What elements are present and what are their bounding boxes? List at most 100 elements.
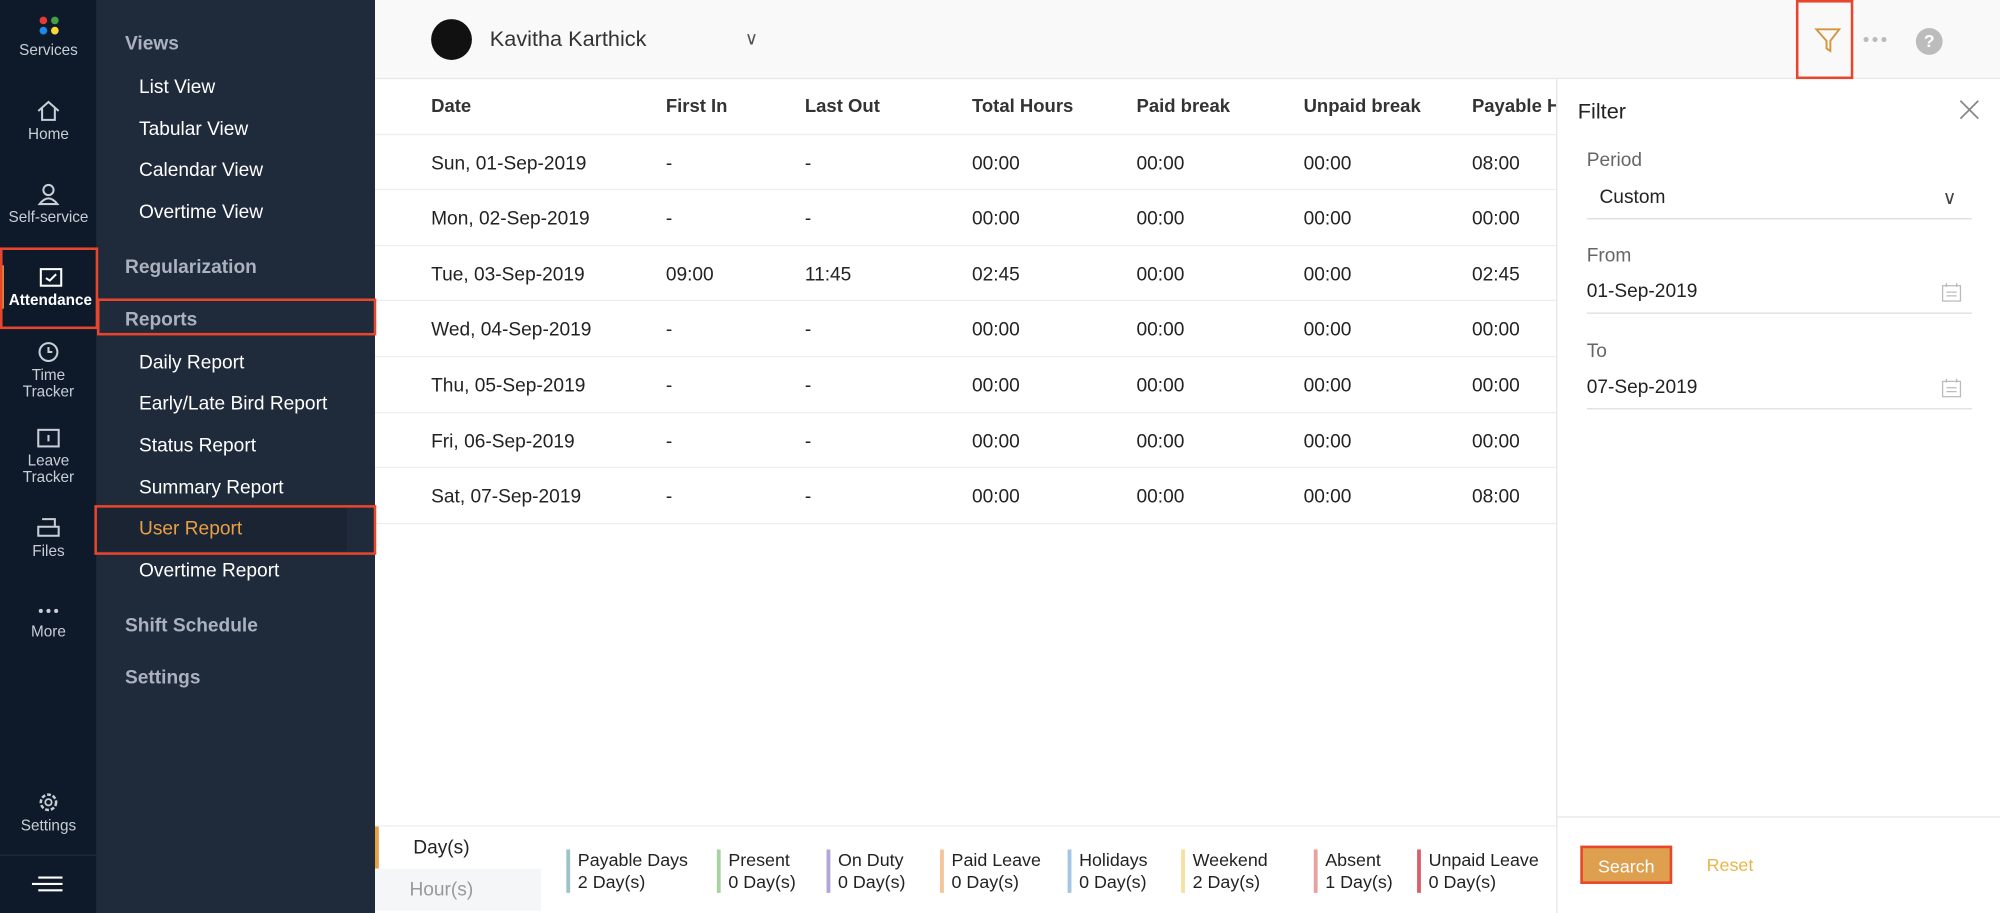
period-label: Period <box>1586 149 1643 171</box>
nav-overtime-report[interactable]: Overtime Report <box>139 560 279 582</box>
table-cell: Thu, 05-Sep-2019 <box>431 374 586 397</box>
table-cell: 00:00 <box>1136 152 1185 175</box>
table-row[interactable]: Sat, 07-Sep-2019 - - 00:00 00:00 00:00 08:00 <box>374 468 1557 524</box>
legend-item: Payable Days 2 Day(s) <box>566 849 688 893</box>
table-cell: 09:00 <box>665 263 714 286</box>
calendar-icon[interactable] <box>1941 378 1962 398</box>
calendar-icon[interactable] <box>1941 282 1962 302</box>
legend-name: Holidays <box>1079 849 1148 870</box>
table-header: Date First In Last Out Total Hours Paid brea… <box>374 79 1560 135</box>
legend-item: Absent 1 Day(s) <box>1313 849 1393 893</box>
table-cell: 00:00 <box>1303 430 1352 453</box>
legend-item: Unpaid Leave 0 Day(s) <box>1417 849 1539 893</box>
table-row[interactable]: Fri, 06-Sep-2019 - - 00:00 00:00 00:00 00:00 <box>374 413 1557 469</box>
section-shift-schedule[interactable]: Shift Schedule <box>125 615 258 637</box>
filter-title: Filter <box>1577 99 1626 124</box>
top-bar: Kavitha Karthick ∨ ? <box>374 0 2000 80</box>
table-cell: 00:00 <box>1136 430 1185 453</box>
rail-files[interactable]: Files <box>0 517 97 560</box>
legend-value: 2 Day(s) <box>577 871 646 892</box>
table-cell: 00:00 <box>971 430 1020 453</box>
table-cell: 00:00 <box>1136 263 1185 286</box>
icon-rail: Services Home Self-service Attendance Ti… <box>0 0 97 913</box>
table-cell: 00:00 <box>1303 319 1352 342</box>
table-cell: 00:00 <box>971 486 1020 508</box>
legend-name: Present <box>728 849 790 870</box>
legend-item: Holidays 0 Day(s) <box>1067 849 1148 893</box>
attendance-table: Date First In Last Out Total Hours Paid brea… <box>374 79 1560 524</box>
summary-bar: Day(s) Hour(s) Payable Days 2 Day(s) Prese… <box>374 825 1557 911</box>
search-button[interactable]: Search <box>1580 845 1673 884</box>
filter-panel: Filter Period Custom ∨ From 01-Sep-2019 T… <box>1556 79 2000 913</box>
chevron-down-icon[interactable]: ∨ <box>745 28 758 50</box>
rail-time-tracker[interactable]: Time Tracker <box>0 341 97 401</box>
calendar-icon <box>37 428 60 448</box>
nav-overtime-view[interactable]: Overtime View <box>139 202 263 224</box>
secondary-sidebar: Views List View Tabular View Calendar Vi… <box>96 0 375 913</box>
legend-item: Paid Leave 0 Day(s) <box>940 849 1041 893</box>
highlight-user-report <box>94 505 377 555</box>
table-cell: - <box>665 430 673 453</box>
rail-home[interactable]: Home <box>0 99 97 142</box>
table-cell: Sun, 01-Sep-2019 <box>431 152 587 175</box>
table-cell: 00:00 <box>1471 430 1520 453</box>
table-cell: - <box>804 152 812 175</box>
table-cell: 00:00 <box>1136 486 1185 508</box>
table-cell: 00:00 <box>1471 319 1520 342</box>
table-cell: - <box>665 486 673 508</box>
table-row[interactable]: Sun, 01-Sep-2019 - - 00:00 00:00 00:00 08:00 <box>374 135 1557 191</box>
table-cell: 00:00 <box>1303 152 1352 175</box>
table-cell: 11:45 <box>804 263 852 286</box>
nav-calendar-view[interactable]: Calendar View <box>139 159 263 181</box>
section-settings[interactable]: Settings <box>125 667 200 689</box>
table-cell: 00:00 <box>1471 374 1520 397</box>
table-row[interactable]: Mon, 02-Sep-2019 - - 00:00 00:00 00:00 00:00 <box>374 190 1557 246</box>
user-selector[interactable]: Kavitha Karthick <box>490 27 647 53</box>
legend-name: Unpaid Leave <box>1428 849 1539 870</box>
to-value: 07-Sep-2019 <box>1586 376 1698 398</box>
collapse-menu-button[interactable] <box>0 854 97 913</box>
table-row[interactable]: Thu, 05-Sep-2019 - - 00:00 00:00 00:00 00:00 <box>374 357 1557 413</box>
table-cell: 00:00 <box>1136 208 1185 230</box>
to-date-input[interactable]: 07-Sep-2019 <box>1586 371 1972 410</box>
table-row[interactable]: Wed, 04-Sep-2019 - - 00:00 00:00 00:00 00:00 <box>374 301 1557 358</box>
legend-value: 0 Day(s) <box>1428 871 1497 892</box>
rail-settings[interactable]: Settings <box>0 791 97 834</box>
reset-button[interactable]: Reset <box>1707 855 1754 875</box>
rail-services[interactable]: Services <box>0 15 97 58</box>
col-unpaid-break: Unpaid break <box>1303 96 1421 118</box>
nav-summary-report[interactable]: Summary Report <box>139 477 284 499</box>
col-payable-hours: Payable H <box>1471 96 1561 118</box>
close-icon[interactable] <box>1959 99 1979 120</box>
rail-self-service[interactable]: Self-service <box>0 182 97 225</box>
rail-more[interactable]: More <box>0 602 97 640</box>
rail-leave-tracker[interactable]: Leave Tracker <box>0 426 97 486</box>
table-cell: 00:00 <box>971 374 1020 397</box>
section-views[interactable]: Views <box>125 33 179 55</box>
files-icon <box>37 518 60 537</box>
table-cell: - <box>804 208 812 230</box>
table-cell: Fri, 06-Sep-2019 <box>431 430 575 453</box>
nav-tabular-view[interactable]: Tabular View <box>139 119 248 141</box>
period-select[interactable]: Custom ∨ <box>1586 181 1972 220</box>
gear-icon <box>39 793 58 812</box>
from-label: From <box>1586 244 1632 267</box>
nav-daily-report[interactable]: Daily Report <box>139 352 244 374</box>
legend-value: 0 Day(s) <box>838 871 906 892</box>
table-row[interactable]: Tue, 03-Sep-2019 09:00 11:45 02:45 00:00 00:0… <box>374 246 1557 302</box>
legend-value: 0 Day(s) <box>1079 871 1147 892</box>
help-icon[interactable]: ? <box>1915 28 1943 55</box>
from-date-input[interactable]: 01-Sep-2019 <box>1586 276 1972 314</box>
table-cell: 00:00 <box>971 208 1020 230</box>
nav-early-late-bird-report[interactable]: Early/Late Bird Report <box>139 393 327 415</box>
avatar <box>431 19 472 60</box>
highlight-filter-icon <box>1795 0 1854 80</box>
table-cell: 00:00 <box>1136 374 1185 397</box>
nav-list-view[interactable]: List View <box>139 77 215 99</box>
tab-days[interactable]: Day(s) <box>374 826 541 869</box>
more-options-icon[interactable] <box>1862 36 1888 44</box>
section-regularization[interactable]: Regularization <box>125 256 257 278</box>
nav-status-report[interactable]: Status Report <box>139 435 256 457</box>
tab-hours[interactable]: Hour(s) <box>374 868 541 911</box>
legend-name: On Duty <box>838 849 904 870</box>
